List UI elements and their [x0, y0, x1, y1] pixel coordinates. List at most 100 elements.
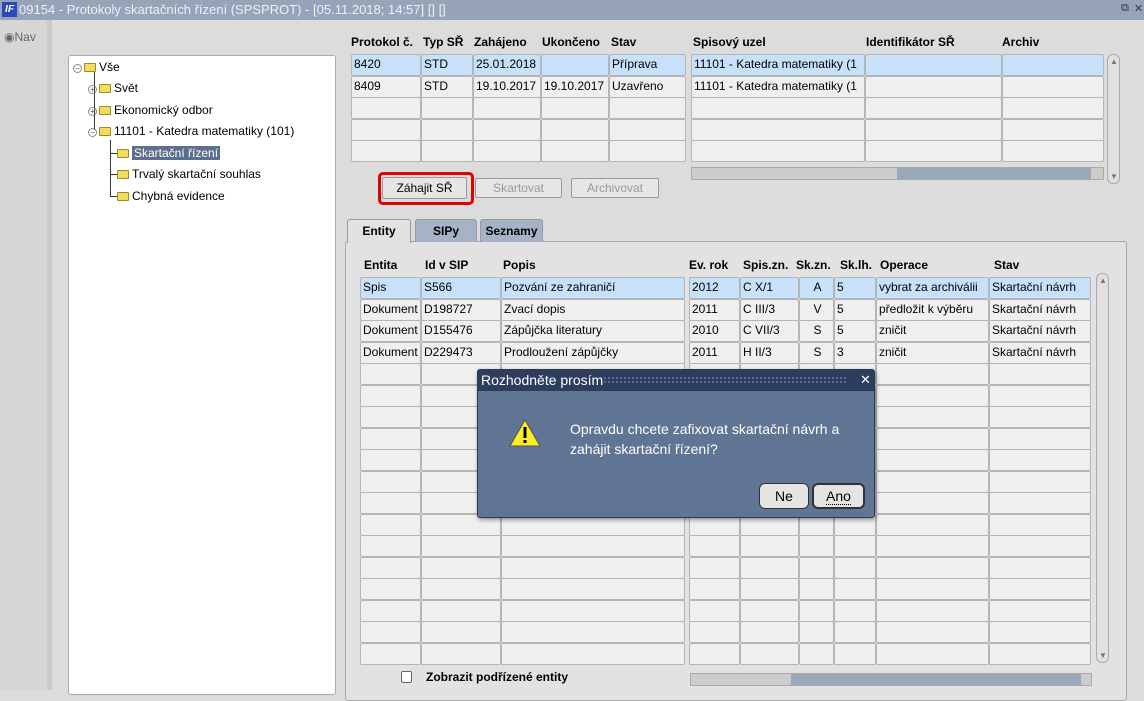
- table-cell[interactable]: [876, 492, 989, 514]
- table-cell[interactable]: [865, 54, 1002, 76]
- table-cell[interactable]: Zvací dopis: [501, 298, 685, 321]
- table-cell[interactable]: [691, 97, 865, 119]
- table-cell[interactable]: [989, 621, 1091, 643]
- tree-node-chybna-evidence[interactable]: Chybná evidence: [117, 187, 225, 205]
- table-cell[interactable]: zničit: [876, 341, 989, 364]
- table-cell[interactable]: [501, 642, 685, 665]
- table-cell[interactable]: [421, 599, 501, 622]
- table-cell[interactable]: [1002, 75, 1104, 98]
- table-cell[interactable]: STD: [421, 54, 473, 76]
- table-cell[interactable]: [740, 578, 799, 600]
- table-cell[interactable]: [876, 470, 989, 493]
- start-sr-button[interactable]: Záhajit SŘ: [382, 177, 467, 199]
- table-cell[interactable]: [689, 642, 740, 665]
- table-cell[interactable]: [421, 556, 501, 579]
- table-cell[interactable]: [876, 535, 989, 557]
- table-cell[interactable]: [360, 535, 421, 557]
- table-cell[interactable]: [689, 535, 740, 557]
- table-cell[interactable]: zničit: [876, 320, 989, 342]
- table-cell[interactable]: [360, 513, 421, 536]
- table-cell[interactable]: [360, 470, 421, 493]
- table-cell[interactable]: [740, 556, 799, 579]
- table-cell[interactable]: D198727: [421, 298, 501, 321]
- table-cell[interactable]: [609, 118, 686, 141]
- table-cell[interactable]: [989, 406, 1091, 428]
- tree-node-vse[interactable]: − Vše: [73, 58, 120, 76]
- table-cell[interactable]: V: [799, 298, 834, 321]
- table-cell[interactable]: [360, 363, 421, 385]
- table-cell[interactable]: Skartační návrh: [989, 320, 1091, 342]
- tree-node-ekonomicky-odbor[interactable]: + Ekonomický odbor: [88, 101, 213, 119]
- table-cell[interactable]: [740, 621, 799, 643]
- table-cell[interactable]: [799, 535, 834, 557]
- table-cell[interactable]: [876, 621, 989, 643]
- table-cell[interactable]: 5: [834, 298, 876, 321]
- table-cell[interactable]: Skartační návrh: [989, 277, 1091, 299]
- table-cell[interactable]: [541, 54, 609, 76]
- table-cell[interactable]: [989, 513, 1091, 536]
- table-cell[interactable]: [501, 556, 685, 579]
- table-cell[interactable]: [421, 140, 473, 162]
- table-cell[interactable]: [1002, 97, 1104, 119]
- table-cell[interactable]: [865, 140, 1002, 162]
- table-cell[interactable]: [989, 363, 1091, 385]
- table-cell[interactable]: Uzavřeno: [609, 75, 686, 98]
- table-cell[interactable]: [834, 578, 876, 600]
- table-cell[interactable]: Zápůjčka literatury: [501, 320, 685, 342]
- table-cell[interactable]: [1002, 140, 1104, 162]
- table-cell[interactable]: STD: [421, 75, 473, 98]
- table-cell[interactable]: [834, 642, 876, 665]
- table-cell[interactable]: Dokument: [360, 341, 421, 364]
- dialog-drag-handle[interactable]: [603, 376, 848, 385]
- archive-button[interactable]: Archivovat: [571, 178, 659, 198]
- table-cell[interactable]: [876, 406, 989, 428]
- table-cell[interactable]: [421, 621, 501, 643]
- table-cell[interactable]: [501, 621, 685, 643]
- scroll-down-icon[interactable]: ▼: [1110, 172, 1118, 181]
- table-cell[interactable]: [421, 642, 501, 665]
- table-cell[interactable]: [360, 406, 421, 428]
- table-cell[interactable]: 11101 - Katedra matematiky (1: [691, 75, 865, 98]
- scroll-down-icon[interactable]: ▼: [1099, 651, 1107, 660]
- table-cell[interactable]: [876, 642, 989, 665]
- table-cell[interactable]: 2011: [689, 298, 740, 321]
- collapse-icon[interactable]: −: [88, 128, 97, 137]
- table-cell[interactable]: 5: [834, 320, 876, 342]
- scroll-up-icon[interactable]: ▲: [1110, 57, 1118, 66]
- table-cell[interactable]: 2011: [689, 341, 740, 364]
- table-cell[interactable]: [351, 140, 421, 162]
- tree-node-svet[interactable]: + Svět: [88, 79, 138, 97]
- table-cell[interactable]: [876, 599, 989, 622]
- table-cell[interactable]: [421, 535, 501, 557]
- table-cell[interactable]: 8409: [351, 75, 421, 98]
- table-cell[interactable]: [360, 427, 421, 450]
- table-cell[interactable]: [689, 556, 740, 579]
- table-cell[interactable]: [876, 427, 989, 450]
- table-cell[interactable]: [876, 363, 989, 385]
- table-cell[interactable]: [876, 556, 989, 579]
- table-cell[interactable]: Prodloužení zápůjčky: [501, 341, 685, 364]
- shred-button[interactable]: Skartovat: [475, 178, 562, 198]
- table-cell[interactable]: [989, 578, 1091, 600]
- table-cell[interactable]: [421, 118, 473, 141]
- table-cell[interactable]: [473, 118, 541, 141]
- table-cell[interactable]: S: [799, 341, 834, 364]
- expand-icon[interactable]: +: [88, 85, 97, 94]
- table-cell[interactable]: Dokument: [360, 298, 421, 321]
- table-cell[interactable]: [834, 599, 876, 622]
- table-cell[interactable]: [501, 599, 685, 622]
- table-cell[interactable]: D155476: [421, 320, 501, 342]
- table-cell[interactable]: [1002, 118, 1104, 141]
- table-cell[interactable]: [473, 140, 541, 162]
- table-cell[interactable]: 8420: [351, 54, 421, 76]
- table-cell[interactable]: [876, 449, 989, 471]
- table-cell[interactable]: [351, 118, 421, 141]
- table-cell[interactable]: [740, 642, 799, 665]
- table-cell[interactable]: [360, 384, 421, 407]
- no-button[interactable]: Ne: [759, 483, 809, 509]
- table-cell[interactable]: [360, 578, 421, 600]
- table-cell[interactable]: S566: [421, 277, 501, 299]
- tree-node-skartacni-rizeni[interactable]: Skartační řízení: [117, 144, 221, 162]
- close-icon[interactable]: ✕: [1134, 2, 1143, 15]
- table-cell[interactable]: [740, 599, 799, 622]
